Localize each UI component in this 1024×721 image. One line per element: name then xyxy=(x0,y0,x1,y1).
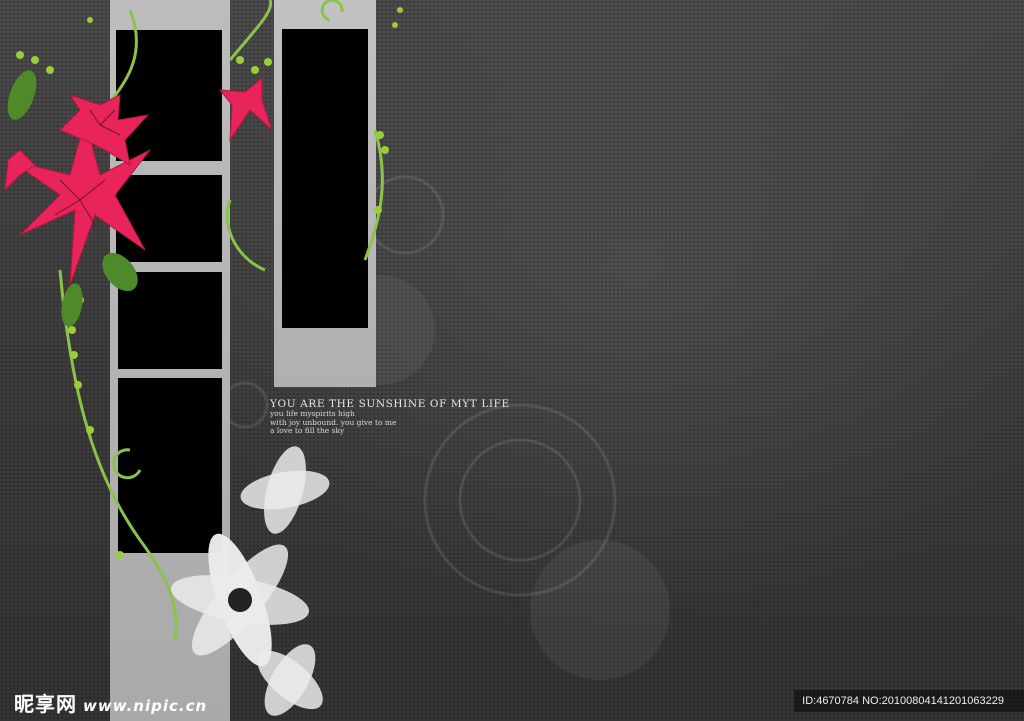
caption-line-3: a love to fill the sky xyxy=(270,426,345,436)
caption-block: YOU ARE THE SUNSHINE OF MYT LIFE you lif… xyxy=(270,398,510,436)
image-id-badge: ID:4670784 NO:20100804141201063229 xyxy=(794,690,1024,712)
watermark-url: www.nipic.cn xyxy=(83,697,208,715)
watermark-brand: 昵享网 xyxy=(14,692,77,716)
photo-template-canvas: YOU ARE THE SUNSHINE OF MYT LIFE you lif… xyxy=(0,0,1024,721)
site-watermark: 昵享网 www.nipic.cn xyxy=(14,688,207,717)
red-flower-vines xyxy=(4,0,403,641)
